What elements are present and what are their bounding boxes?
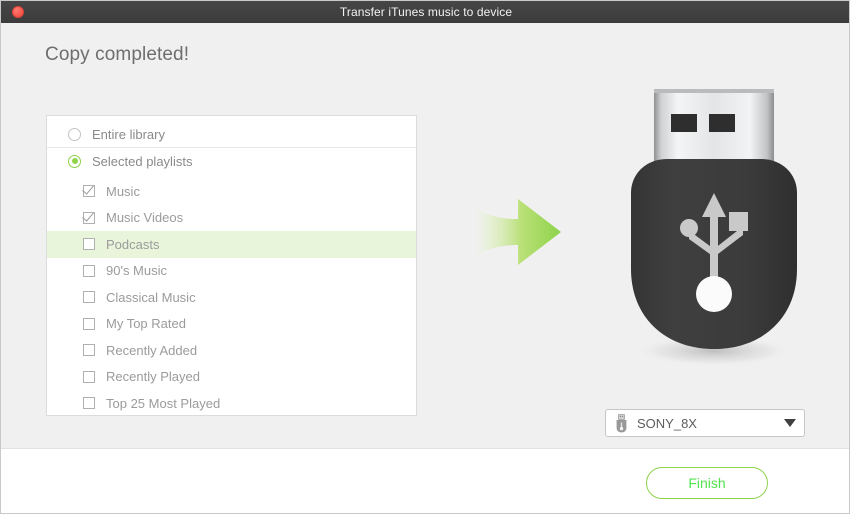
radio-label-selected-playlists: Selected playlists — [92, 153, 193, 169]
list-item[interactable]: Classical Music — [47, 284, 416, 311]
playlist-list: Music Music Videos Podcasts 90's Music C — [47, 178, 416, 415]
list-item-label: Music Videos — [106, 210, 184, 226]
usb-flash-drive-icon — [631, 89, 797, 366]
list-item-label: Top 25 Most Played — [106, 395, 221, 411]
chevron-down-icon[interactable] — [784, 419, 796, 427]
device-select-dropdown[interactable]: SONY_8X — [605, 409, 805, 437]
list-item-label: Classical Music — [106, 289, 196, 305]
list-item[interactable]: Podcasts — [47, 231, 416, 258]
radio-icon-entire-library — [68, 128, 81, 141]
list-item[interactable]: Top 25 Most Played — [47, 390, 416, 415]
close-icon[interactable] — [12, 6, 24, 18]
list-item[interactable]: 90's Music — [47, 258, 416, 285]
checkbox-icon[interactable] — [83, 264, 95, 277]
main-content: Copy completed! Entire library Selected … — [1, 23, 849, 448]
list-item-label: Recently Added — [106, 342, 198, 358]
radio-option-selected-playlists[interactable]: Selected playlists — [47, 148, 416, 174]
checkbox-icon[interactable] — [83, 211, 95, 224]
list-item[interactable]: My Top Rated — [47, 311, 416, 338]
checkbox-icon[interactable] — [83, 238, 95, 251]
device-name-label: SONY_8X — [637, 415, 697, 431]
radio-icon-selected-playlists — [68, 154, 81, 168]
list-item[interactable]: Recently Added — [47, 337, 416, 364]
checkbox-icon[interactable] — [83, 185, 95, 198]
list-item-label: My Top Rated — [106, 316, 186, 332]
checkbox-icon[interactable] — [83, 291, 95, 304]
playlist-panel: Entire library Selected playlists Music … — [46, 115, 417, 416]
radio-option-entire-library[interactable]: Entire library — [47, 122, 416, 148]
footer-bar: Finish — [1, 448, 849, 513]
checkbox-icon[interactable] — [83, 317, 95, 330]
title-bar: Transfer iTunes music to device — [1, 1, 849, 23]
usb-drive-small-icon — [616, 413, 627, 432]
list-item-label: Podcasts — [106, 236, 160, 252]
page-title: Copy completed! — [45, 44, 190, 65]
list-item[interactable]: Recently Played — [47, 364, 416, 391]
list-item[interactable]: Music — [47, 178, 416, 205]
checkbox-icon[interactable] — [83, 370, 95, 383]
list-item-label: Music — [106, 183, 140, 199]
checkbox-icon[interactable] — [83, 344, 95, 357]
list-item-label: Recently Played — [106, 369, 200, 385]
checkbox-icon[interactable] — [83, 397, 95, 410]
right-arrow-icon — [473, 199, 561, 265]
finish-button[interactable]: Finish — [646, 467, 768, 499]
list-item-label: 90's Music — [106, 263, 168, 279]
window-title: Transfer iTunes music to device — [339, 5, 513, 19]
list-item[interactable]: Music Videos — [47, 205, 416, 232]
radio-label-entire-library: Entire library — [92, 127, 165, 142]
app-window: Transfer iTunes music to device Copy com… — [0, 0, 850, 514]
